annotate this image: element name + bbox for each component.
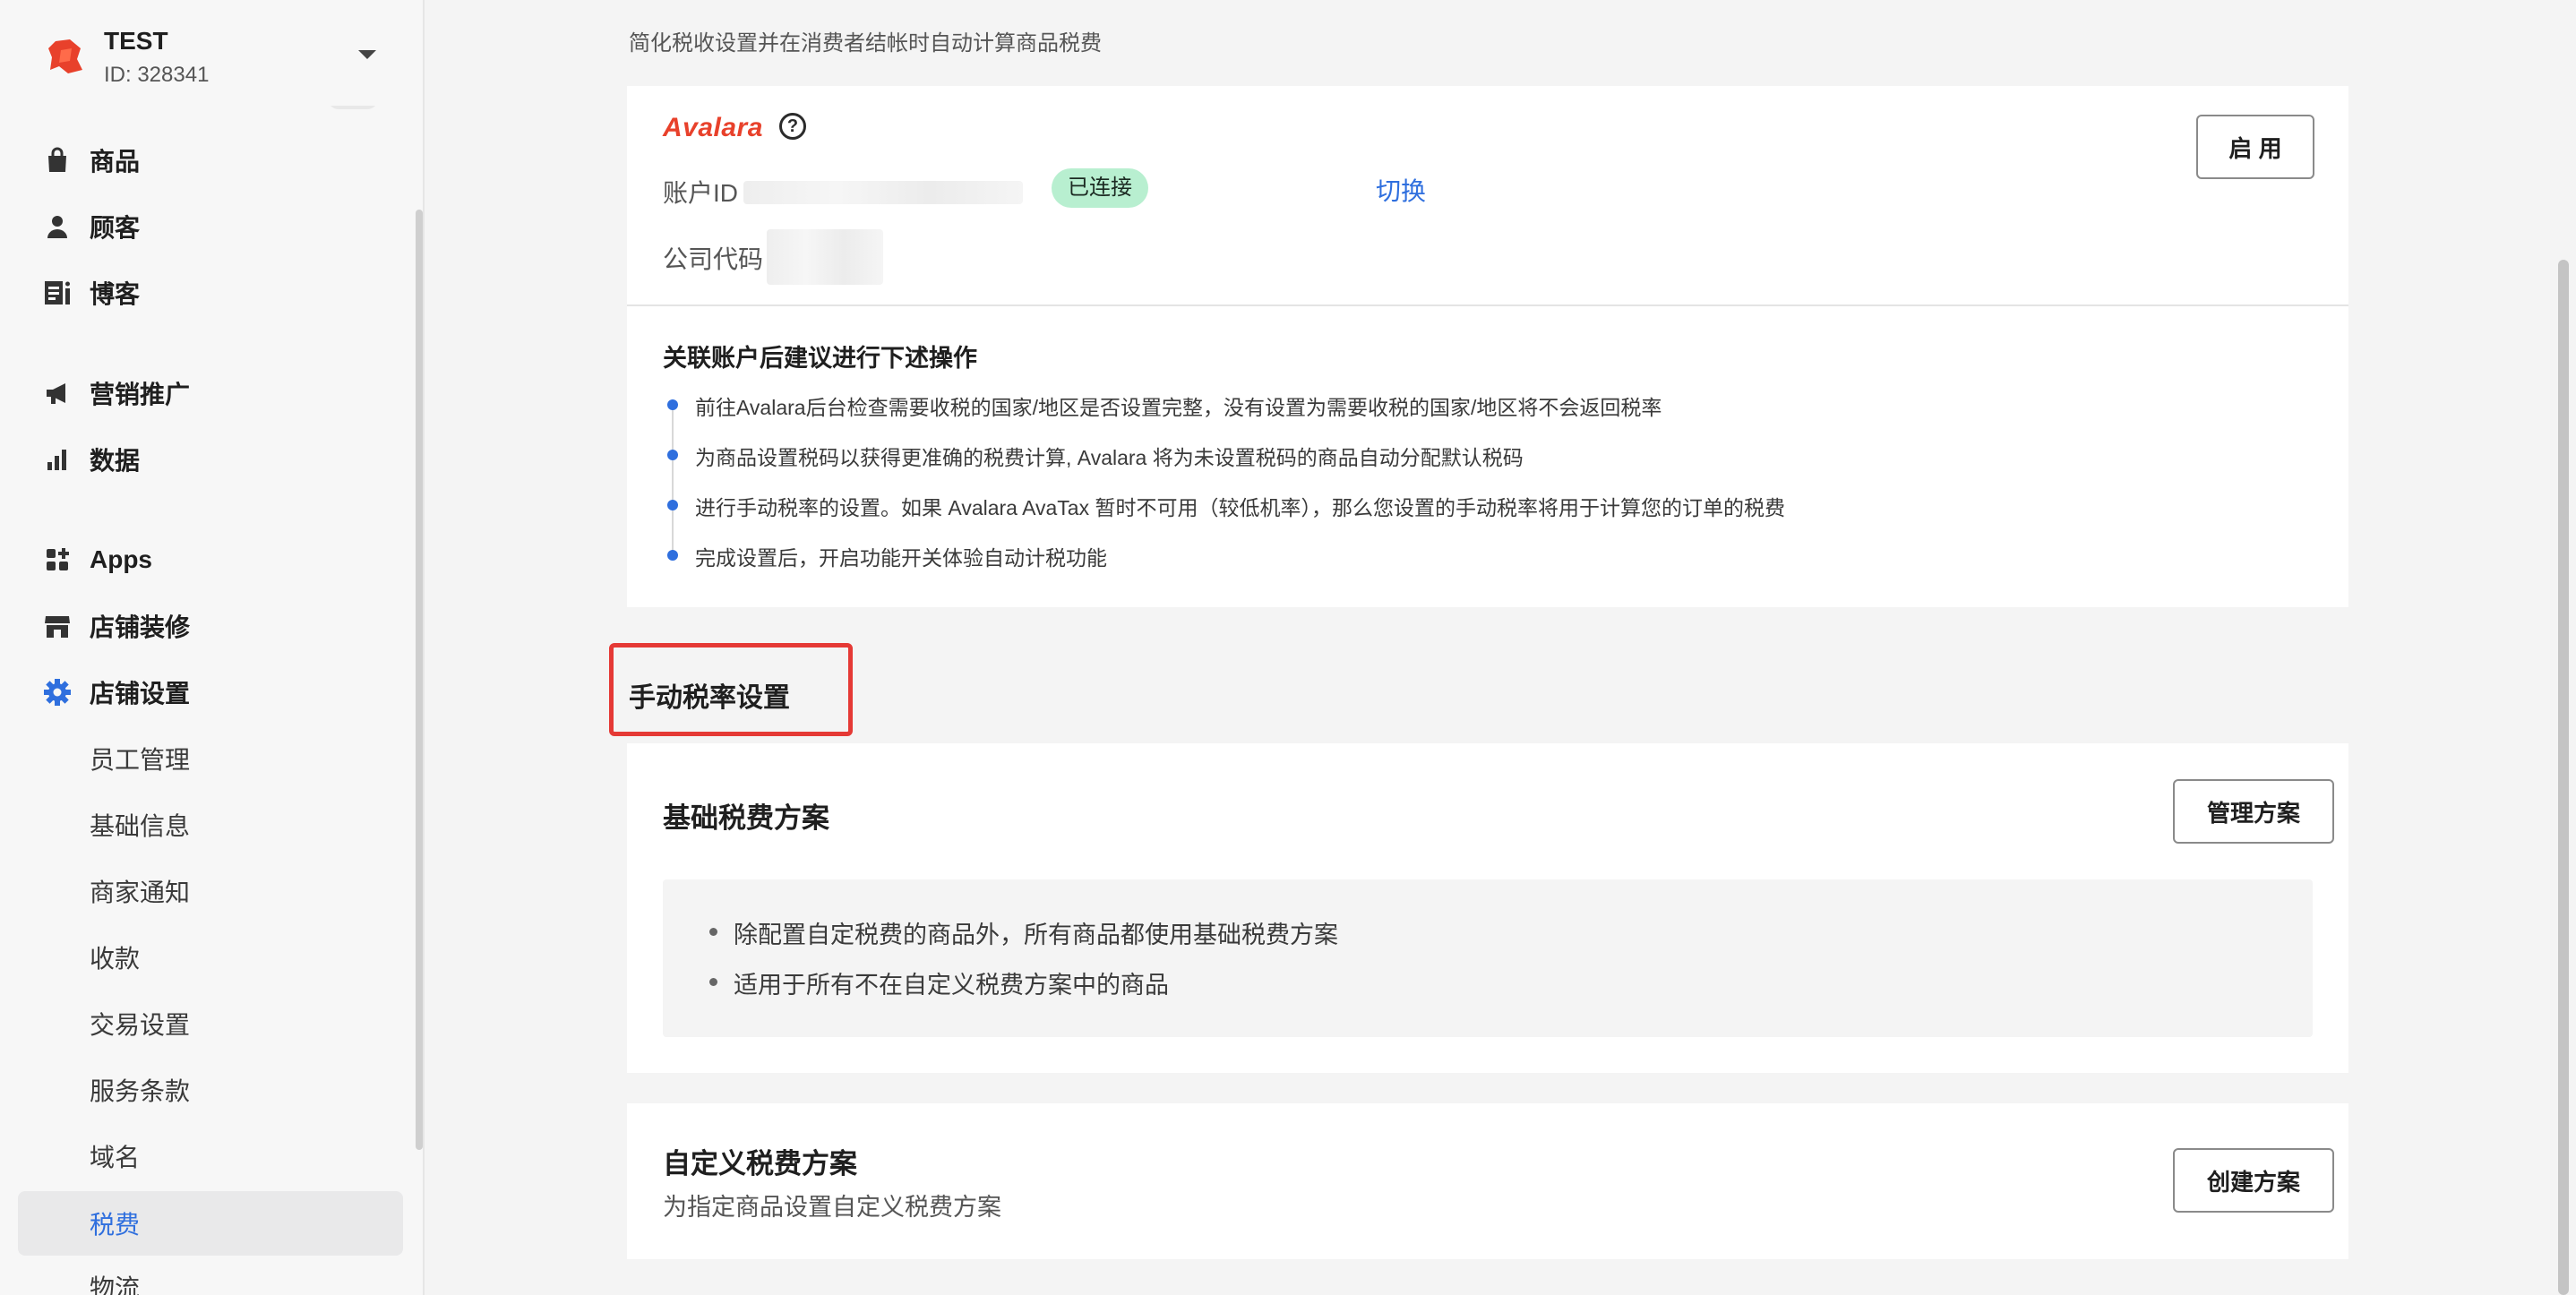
list-item: 完成设置后，开启功能开关体验自动计税功能 — [663, 541, 2275, 591]
status-badge: 已连接 — [1052, 168, 1148, 208]
bag-icon — [41, 144, 73, 176]
card-title: 自定义税费方案 — [663, 1148, 857, 1179]
company-code-label: 公司代码 — [663, 245, 764, 273]
card-title: 基础税费方案 — [663, 802, 829, 834]
step-dot — [667, 399, 678, 410]
sidebar-item-label: 交易设置 — [90, 1011, 191, 1039]
sidebar-subitem-payments[interactable]: 收款 — [18, 928, 403, 987]
list-item: 为商品设置税码以获得更准确的税费计算, Avalara 将为未设置税码的商品自动… — [663, 441, 2275, 491]
sidebar: TEST ID: 328341 商品 顾客 博客 营销推广 数据 Apps 店铺… — [0, 0, 425, 1295]
company-code-value-redacted — [767, 229, 883, 285]
sidebar-item-marketing[interactable]: 营销推广 — [18, 364, 403, 423]
sidebar-item-label: 数据 — [90, 447, 141, 475]
store-switcher[interactable]: TEST ID: 328341 — [0, 0, 423, 106]
storefront-icon — [41, 610, 73, 642]
bar-chart-icon — [41, 443, 73, 476]
bullet — [709, 928, 717, 936]
sidebar-item-label: 域名 — [90, 1144, 141, 1171]
account-id-label: 账户ID — [663, 179, 739, 207]
sidebar-scrollbar[interactable] — [416, 210, 423, 1150]
create-plan-button[interactable]: 创建方案 — [2173, 1148, 2334, 1213]
avalara-card: Avalara ? 账户ID 已连接 切换 公司代码 启 用 关联账户后建议进行… — [627, 86, 2348, 607]
steps-title: 关联账户后建议进行下述操作 — [663, 345, 977, 372]
list-item: 前往Avalara后台检查需要收税的国家/地区是否设置完整，没有设置为需要收税的… — [663, 390, 2275, 441]
sidebar-item-customers[interactable]: 顾客 — [18, 197, 403, 256]
sidebar-item-label: 顾客 — [90, 214, 141, 242]
sidebar-item-blog[interactable]: 博客 — [18, 263, 403, 322]
sidebar-subitem-terms[interactable]: 服务条款 — [18, 1060, 403, 1119]
step-dot — [667, 550, 678, 561]
step-dot — [667, 500, 678, 510]
enable-button[interactable]: 启 用 — [2196, 115, 2314, 179]
megaphone-icon — [41, 377, 73, 409]
sidebar-item-label: 收款 — [90, 945, 141, 973]
sidebar-item-label: Apps — [90, 545, 152, 573]
sidebar-item-label: 基础信息 — [90, 812, 191, 840]
base-tax-plan-card: 基础税费方案 管理方案 除配置自定税费的商品外，所有商品都使用基础税费方案 适用… — [627, 743, 2348, 1073]
chevron-down-icon[interactable] — [358, 50, 376, 59]
sidebar-subitem-taxes[interactable]: 税费 — [18, 1191, 403, 1256]
sidebar-item-label: 税费 — [90, 1211, 141, 1239]
question-circle-icon[interactable]: ? — [779, 113, 806, 140]
sidebar-item-label: 店铺装修 — [90, 613, 191, 641]
sidebar-item-analytics[interactable]: 数据 — [18, 430, 403, 489]
list-item: 进行手动税率的设置。如果 Avalara AvaTax 暂时不可用（较低机率），… — [663, 491, 2275, 541]
sidebar-subitem-domains[interactable]: 域名 — [18, 1127, 403, 1186]
step-text: 进行手动税率的设置。如果 Avalara AvaTax 暂时不可用（较低机率），… — [695, 496, 1785, 519]
list-item: 适用于所有不在自定义税费方案中的商品 — [709, 965, 1338, 1016]
sidebar-item-label: 商家通知 — [90, 879, 191, 906]
page-section-title: 手动税率设置 — [629, 683, 790, 713]
switch-account-link[interactable]: 切换 — [1376, 172, 1426, 208]
sidebar-subitem-basic-info[interactable]: 基础信息 — [18, 795, 403, 854]
sidebar-item-label: 员工管理 — [90, 746, 191, 774]
step-text: 前往Avalara后台检查需要收税的国家/地区是否设置完整，没有设置为需要收税的… — [695, 396, 1662, 419]
sidebar-item-store-settings[interactable]: 店铺设置 — [18, 663, 403, 722]
store-logo — [48, 39, 82, 73]
step-text: 完成设置后，开启功能开关体验自动计税功能 — [695, 546, 1107, 570]
sidebar-item-label: 物流 — [90, 1274, 141, 1295]
manage-plan-button[interactable]: 管理方案 — [2173, 779, 2334, 844]
sidebar-item-label: 服务条款 — [90, 1077, 191, 1105]
custom-tax-plan-card: 自定义税费方案 为指定商品设置自定义税费方案 创建方案 — [627, 1103, 2348, 1259]
store-id: ID: 328341 — [104, 63, 210, 87]
store-name: TEST — [104, 27, 168, 55]
info-box: 除配置自定税费的商品外，所有商品都使用基础税费方案 适用于所有不在自定义税费方案… — [663, 879, 2313, 1037]
note-text: 适用于所有不在自定义税费方案中的商品 — [734, 972, 1169, 999]
list-item: 除配置自定税费的商品外，所有商品都使用基础税费方案 — [709, 915, 1338, 965]
avalara-logo: Avalara — [663, 113, 763, 142]
section-description: 简化税收设置并在消费者结帐时自动计算商品税费 — [629, 31, 1102, 56]
person-icon — [41, 210, 73, 243]
steps-list: 前往Avalara后台检查需要收税的国家/地区是否设置完整，没有设置为需要收税的… — [663, 390, 2275, 591]
page-scrollbar[interactable] — [2558, 260, 2569, 1295]
account-id-value-redacted — [743, 181, 1023, 204]
blog-icon — [41, 277, 73, 309]
sidebar-item-apps[interactable]: Apps — [18, 530, 403, 589]
notes-list: 除配置自定税费的商品外，所有商品都使用基础税费方案 适用于所有不在自定义税费方案… — [709, 915, 1338, 1016]
sidebar-item-label: 博客 — [90, 280, 141, 308]
gear-icon — [41, 676, 73, 708]
sidebar-subitem-notifications[interactable]: 商家通知 — [18, 862, 403, 921]
sidebar-subitem-checkout[interactable]: 交易设置 — [18, 994, 403, 1053]
sidebar-item-products[interactable]: 商品 — [18, 131, 403, 190]
step-dot — [667, 450, 678, 460]
sidebar-item-store-design[interactable]: 店铺装修 — [18, 596, 403, 656]
bullet — [709, 978, 717, 986]
sidebar-item-label: 商品 — [90, 148, 141, 176]
main-content: 简化税收设置并在消费者结帐时自动计算商品税费 Avalara ? 账户ID 已连… — [425, 0, 2576, 1295]
divider — [627, 304, 2348, 306]
step-text: 为商品设置税码以获得更准确的税费计算, Avalara 将为未设置税码的商品自动… — [695, 446, 1524, 469]
note-text: 除配置自定税费的商品外，所有商品都使用基础税费方案 — [734, 922, 1338, 948]
sidebar-subitem-shipping[interactable]: 物流 — [18, 1257, 403, 1295]
sidebar-subitem-staff[interactable]: 员工管理 — [18, 729, 403, 788]
card-description: 为指定商品设置自定义税费方案 — [663, 1194, 1001, 1221]
apps-grid-icon — [41, 544, 73, 576]
sidebar-item-label: 店铺设置 — [90, 680, 191, 708]
sidebar-item-label: 营销推广 — [90, 381, 191, 408]
